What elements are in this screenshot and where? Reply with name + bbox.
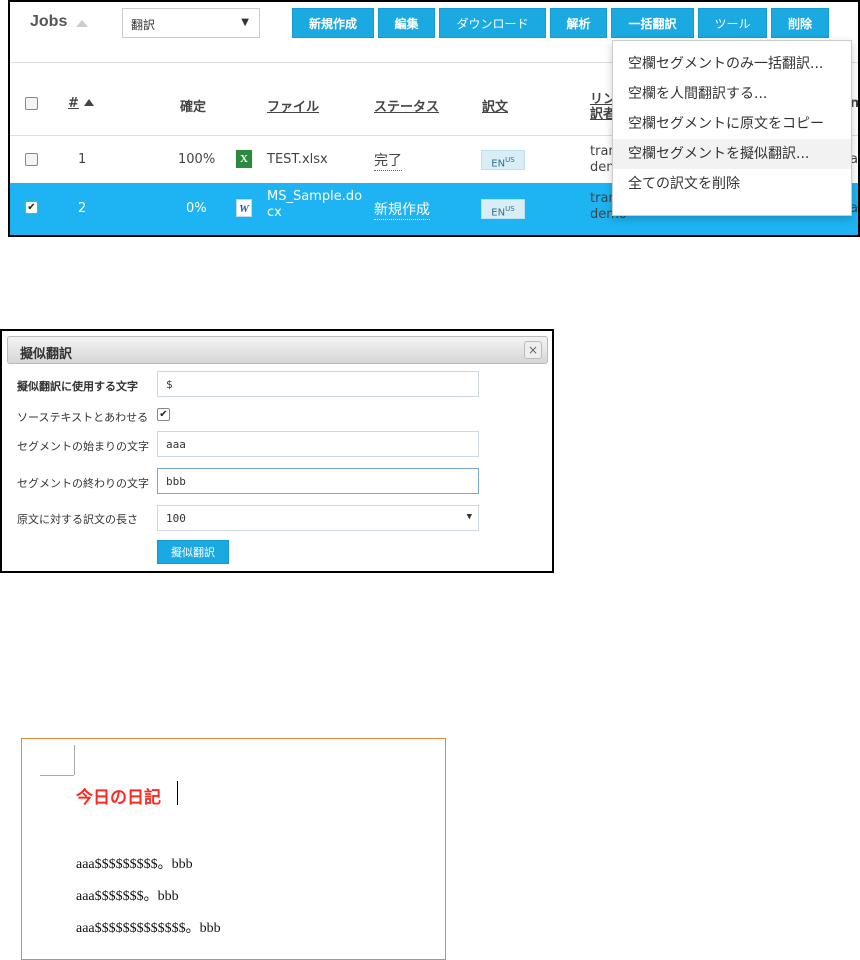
pseudo-translate-button[interactable]: 擬似翻訳: [157, 540, 229, 564]
text-cursor: [177, 781, 178, 805]
select-all-checkbox[interactable]: [25, 97, 38, 110]
row-file-line1[interactable]: MS_Sample.do: [267, 189, 362, 204]
length-select-value: 100: [166, 512, 186, 525]
menu-item-bulk-translate-empty[interactable]: 空欄セグメントのみ一括翻訳...: [613, 49, 851, 79]
margin-marker: [74, 745, 75, 775]
row-file[interactable]: TEST.xlsx: [267, 152, 328, 167]
char-label: 擬似翻訳に使用する文字: [17, 380, 138, 393]
delete-button[interactable]: 削除: [771, 8, 829, 38]
end-label: セグメントの終わりの文字: [17, 477, 149, 490]
row-status: 完了: [374, 150, 402, 171]
document-line: aaa$$$$$$$$$。bbb: [76, 857, 193, 872]
excel-file-icon: X: [236, 150, 252, 168]
column-number[interactable]: #: [68, 96, 79, 111]
dialog-title: 擬似翻訳: [20, 347, 73, 362]
edit-button[interactable]: 編集: [378, 8, 435, 38]
length-select[interactable]: 100 ▼: [157, 505, 479, 531]
row-number: 2: [78, 201, 87, 216]
row-checkbox[interactable]: [25, 153, 38, 166]
dialog-header: 擬似翻訳 ×: [7, 336, 548, 364]
row-number: 1: [78, 152, 87, 167]
jobs-panel: Jobs 翻訳 ▼ 新規作成 編集 ダウンロード 解析 一括翻訳 ツール 削除 …: [8, 0, 860, 237]
margin-marker: [40, 775, 74, 776]
column-target[interactable]: 訳文: [482, 96, 508, 115]
sort-up-icon[interactable]: [76, 20, 88, 27]
column-confirmed: 確定: [180, 100, 207, 115]
jobs-title: Jobs: [30, 13, 68, 30]
document-title: 今日の日記: [76, 788, 161, 807]
end-input[interactable]: bbb: [157, 468, 479, 494]
row-checkbox-checked[interactable]: ✔: [25, 201, 38, 214]
start-input[interactable]: aaa: [157, 431, 479, 457]
bulk-translate-button[interactable]: 一括翻訳: [611, 8, 694, 38]
match-source-label: ソーステキストとあわせる: [17, 411, 149, 424]
column-status[interactable]: ステータス: [374, 96, 439, 115]
filter-select[interactable]: 翻訳 ▼: [122, 8, 260, 38]
bulk-translate-menu: 空欄セグメントのみ一括翻訳... 空欄を人間翻訳する... 空欄セグメントに原文…: [612, 40, 852, 216]
menu-item-delete-all[interactable]: 全ての訳文を削除: [613, 169, 851, 199]
row-file-line2[interactable]: cx: [267, 205, 282, 220]
length-label: 原文に対する訳文の長さ: [17, 513, 138, 526]
match-source-checkbox[interactable]: ✔: [157, 408, 170, 421]
analyze-button[interactable]: 解析: [550, 8, 607, 38]
close-icon[interactable]: ×: [524, 341, 542, 359]
start-label: セグメントの始まりの文字: [17, 440, 149, 453]
document-line: aaa$$$$$$$$$$$$$。bbb: [76, 921, 221, 936]
word-file-icon: W: [236, 199, 252, 217]
row-confirmed: 0%: [186, 201, 207, 216]
column-file[interactable]: ファイル: [267, 96, 319, 115]
tools-button[interactable]: ツール: [698, 8, 767, 38]
menu-item-copy-source[interactable]: 空欄セグメントに原文をコピー: [613, 109, 851, 139]
caret-down-icon: ▼: [466, 512, 472, 522]
menu-item-pseudo-translate[interactable]: 空欄セグメントを擬似翻訳...: [613, 139, 851, 169]
document-line: aaa$$$$$$$。bbb: [76, 889, 179, 904]
menu-item-human-translate[interactable]: 空欄を人間翻訳する...: [613, 79, 851, 109]
filter-select-value: 翻訳: [131, 18, 156, 32]
lang-badge: ENUS: [481, 150, 525, 170]
lang-badge: ENUS: [481, 199, 525, 219]
new-button[interactable]: 新規作成: [292, 8, 374, 38]
download-button[interactable]: ダウンロード: [439, 8, 546, 38]
row-confirmed: 100%: [178, 152, 216, 167]
row-status: 新規作成: [374, 199, 430, 220]
sort-asc-icon[interactable]: [84, 99, 94, 106]
caret-down-icon: ▼: [241, 17, 249, 28]
char-input[interactable]: $: [157, 371, 479, 397]
document-preview: 今日の日記 aaa$$$$$$$$$。bbb aaa$$$$$$$。bbb aa…: [21, 738, 446, 960]
